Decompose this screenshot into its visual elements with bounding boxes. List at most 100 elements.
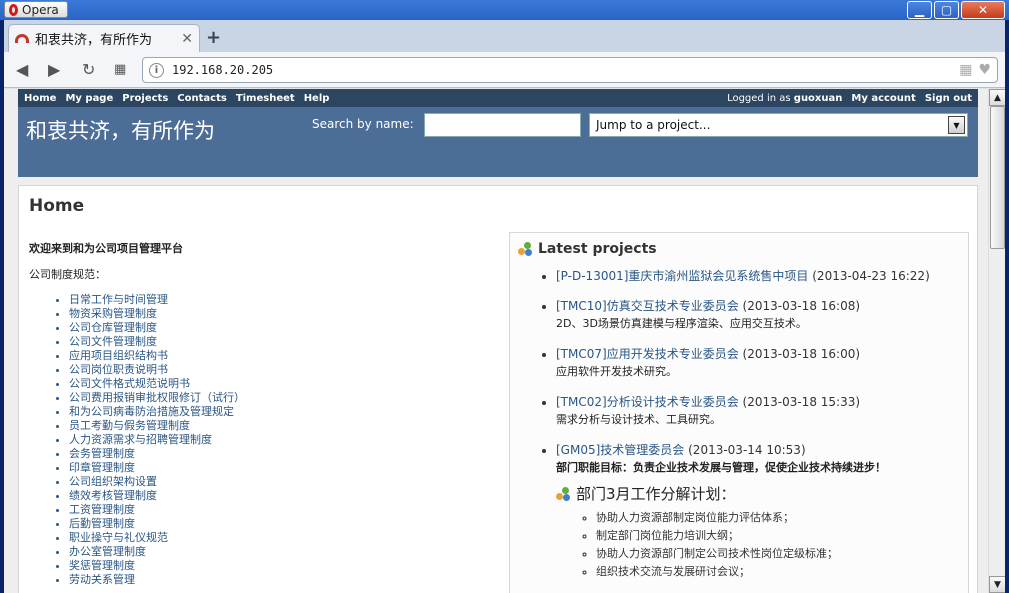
title-bar: Opera ▁ ▢ ✕	[0, 0, 1009, 20]
site-header: 和衷共济，有所作为 Search by name: Jump to a proj…	[18, 107, 978, 177]
logged-user[interactable]: guoxuan	[794, 93, 843, 104]
browser-chrome: 和衷共济，有所作为 ✕ + ◀ ▶ ↻ ▦ i 192.168.20.205 ▦…	[4, 20, 1005, 593]
project-item: [TMC07]应用开发技术专业委员会 (2013-03-18 16:00) 应用…	[556, 345, 960, 381]
project-item: [TMC02]分析设计技术专业委员会 (2013-03-18 15:33) 需求…	[556, 393, 960, 429]
close-window-button[interactable]: ✕	[961, 1, 1005, 19]
menu-projects[interactable]: Projects	[122, 93, 168, 104]
tab-title: 和衷共济，有所作为	[35, 33, 153, 48]
site-title: 和衷共济，有所作为	[26, 119, 215, 143]
grid-icon[interactable]: ▦	[959, 62, 972, 78]
projects-list: [P-D-13001]重庆市渝州监狱会见系统售中项目 (2013-04-23 1…	[518, 267, 960, 581]
rule-link[interactable]: 人力资源需求与招聘管理制度	[69, 433, 499, 447]
new-tab-icon[interactable]: +	[206, 27, 221, 48]
tab-active[interactable]: 和衷共济，有所作为 ✕	[8, 24, 200, 52]
app-name: Opera	[22, 2, 59, 17]
menu-my-account[interactable]: My account	[851, 93, 915, 104]
rule-link[interactable]: 公司文件格式规范说明书	[69, 377, 499, 391]
project-description: 部门职能目标：负责企业技术发展与管理，促使企业技术持续进步！	[556, 461, 886, 474]
welcome-section: 欢迎来到和为公司项目管理平台 公司制度规范： 日常工作与时间管理 物资采购管理制…	[29, 240, 499, 587]
rule-link[interactable]: 职业操守与礼仪规范	[69, 531, 499, 545]
minimize-button[interactable]: ▁	[907, 1, 932, 19]
tab-strip: 和衷共济，有所作为 ✕ +	[4, 20, 1005, 52]
scroll-up-icon[interactable]: ▲	[989, 89, 1005, 106]
rule-link[interactable]: 和为公司病毒防治措施及管理规定	[69, 405, 499, 419]
browser-window: Opera ▁ ▢ ✕ 和衷共济，有所作为 ✕ + ◀ ▶ ↻ ▦ i 192.…	[0, 0, 1009, 593]
project-description: 应用软件开发技术研究。	[556, 365, 677, 378]
project-date: (2013-03-18 16:00)	[742, 347, 861, 361]
rule-link[interactable]: 奖惩管理制度	[69, 559, 499, 573]
speed-dial-icon[interactable]: ▦	[114, 62, 126, 77]
site-info-icon[interactable]: i	[149, 62, 164, 78]
rule-link[interactable]: 公司组织架构设置	[69, 475, 499, 489]
menu-sign-out[interactable]: Sign out	[925, 93, 972, 104]
scroll-thumb[interactable]	[990, 106, 1005, 249]
redmine-page: Home My page Projects Contacts Timesheet…	[18, 89, 978, 593]
address-bar[interactable]: i 192.168.20.205 ▦ ♥	[142, 57, 998, 83]
redmine-favicon-icon	[15, 34, 29, 43]
back-icon[interactable]: ◀	[16, 60, 28, 79]
project-date: (2013-03-14 10:53)	[688, 443, 806, 457]
menu-my-page[interactable]: My page	[65, 93, 113, 104]
project-item: [GM05]技术管理委员会 (2013-03-14 10:53) 部门职能目标：…	[556, 441, 960, 581]
logged-in-status: Logged in as guoxuan	[727, 93, 842, 104]
menu-home[interactable]: Home	[24, 93, 56, 104]
plan-item: 组织技术交流与发展研讨会议；	[596, 563, 960, 581]
rule-link[interactable]: 员工考勤与假务管理制度	[69, 419, 499, 433]
url-text[interactable]: 192.168.20.205	[172, 63, 273, 77]
rule-link[interactable]: 绩效考核管理制度	[69, 489, 499, 503]
jump-to-project-select[interactable]: Jump to a project... ▼	[589, 113, 968, 137]
project-date: (2013-03-18 16:08)	[742, 299, 861, 313]
rule-link[interactable]: 印章管理制度	[69, 461, 499, 475]
rule-link[interactable]: 办公室管理制度	[69, 545, 499, 559]
dropdown-arrow-icon[interactable]: ▼	[948, 116, 965, 134]
latest-projects-title: Latest projects	[538, 241, 657, 257]
latest-projects-box: Latest projects [P-D-13001]重庆市渝州监狱会见系统售中…	[509, 232, 969, 593]
scroll-down-icon[interactable]: ▼	[989, 576, 1005, 593]
heart-icon[interactable]: ♥	[978, 62, 991, 78]
rule-link[interactable]: 应用项目组织结构书	[69, 349, 499, 363]
opera-menu-button[interactable]: Opera	[4, 1, 68, 18]
project-description: 2D、3D场景仿真建模与程序渲染、应用交互技术。	[556, 317, 807, 330]
rule-link[interactable]: 日常工作与时间管理	[69, 293, 499, 307]
project-item: [P-D-13001]重庆市渝州监狱会见系统售中项目 (2013-04-23 1…	[556, 267, 960, 285]
project-date: (2013-03-18 15:33)	[742, 395, 861, 409]
menu-contacts[interactable]: Contacts	[177, 93, 227, 104]
navigation-toolbar: ◀ ▶ ↻ ▦ i 192.168.20.205 ▦ ♥	[4, 52, 1005, 88]
rule-link[interactable]: 工资管理制度	[69, 503, 499, 517]
rule-link[interactable]: 会务管理制度	[69, 447, 499, 461]
menu-help[interactable]: Help	[304, 93, 330, 104]
plan-heading: 部门3月工作分解计划：	[556, 485, 960, 503]
page-title: Home	[29, 196, 85, 216]
maximize-button[interactable]: ▢	[934, 1, 959, 19]
rule-link[interactable]: 公司仓库管理制度	[69, 321, 499, 335]
plan-item: 协助人力资源部制定岗位能力评估体系；	[596, 509, 960, 527]
menu-timesheet[interactable]: Timesheet	[236, 93, 295, 104]
plan-item: 协助人力资源部门制定公司技术性岗位定级标准；	[596, 545, 960, 563]
project-link[interactable]: [TMC10]仿真交互技术专业委员会	[556, 299, 739, 313]
rule-link[interactable]: 公司岗位职责说明书	[69, 363, 499, 377]
reload-icon[interactable]: ↻	[82, 60, 95, 79]
plan-list: 协助人力资源部制定岗位能力评估体系； 制定部门岗位能力培训大纲； 协助人力资源部…	[556, 509, 960, 581]
rule-link[interactable]: 公司文件管理制度	[69, 335, 499, 349]
project-link[interactable]: [TMC02]分析设计技术专业委员会	[556, 395, 739, 409]
plan-title: 部门3月工作分解计划：	[576, 485, 736, 503]
rule-link[interactable]: 后勤管理制度	[69, 517, 499, 531]
project-item: [TMC10]仿真交互技术专业委员会 (2013-03-18 16:08) 2D…	[556, 297, 960, 333]
project-link[interactable]: [TMC07]应用开发技术专业委员会	[556, 347, 739, 361]
search-label: Search by name:	[312, 117, 414, 131]
page-viewport: Home My page Projects Contacts Timesheet…	[4, 89, 1005, 593]
forward-icon[interactable]: ▶	[48, 60, 60, 79]
plan-icon	[556, 487, 570, 501]
main-content: Home 欢迎来到和为公司项目管理平台 公司制度规范： 日常工作与时间管理 物资…	[18, 185, 978, 593]
jump-label: Jump to a project...	[596, 118, 711, 132]
search-input[interactable]	[424, 113, 581, 137]
vertical-scrollbar[interactable]: ▲ ▼	[988, 89, 1005, 593]
project-link[interactable]: [P-D-13001]重庆市渝州监狱会见系统售中项目	[556, 269, 808, 283]
rule-link[interactable]: 公司费用报销审批权限修订（试行）	[69, 391, 499, 405]
project-description: 需求分析与设计技术、工具研究。	[556, 413, 721, 426]
tab-close-icon[interactable]: ✕	[181, 31, 193, 47]
project-link[interactable]: [GM05]技术管理委员会	[556, 443, 684, 457]
rule-link[interactable]: 物资采购管理制度	[69, 307, 499, 321]
top-menu: Home My page Projects Contacts Timesheet…	[18, 89, 978, 107]
rule-link[interactable]: 劳动关系管理	[69, 573, 499, 587]
